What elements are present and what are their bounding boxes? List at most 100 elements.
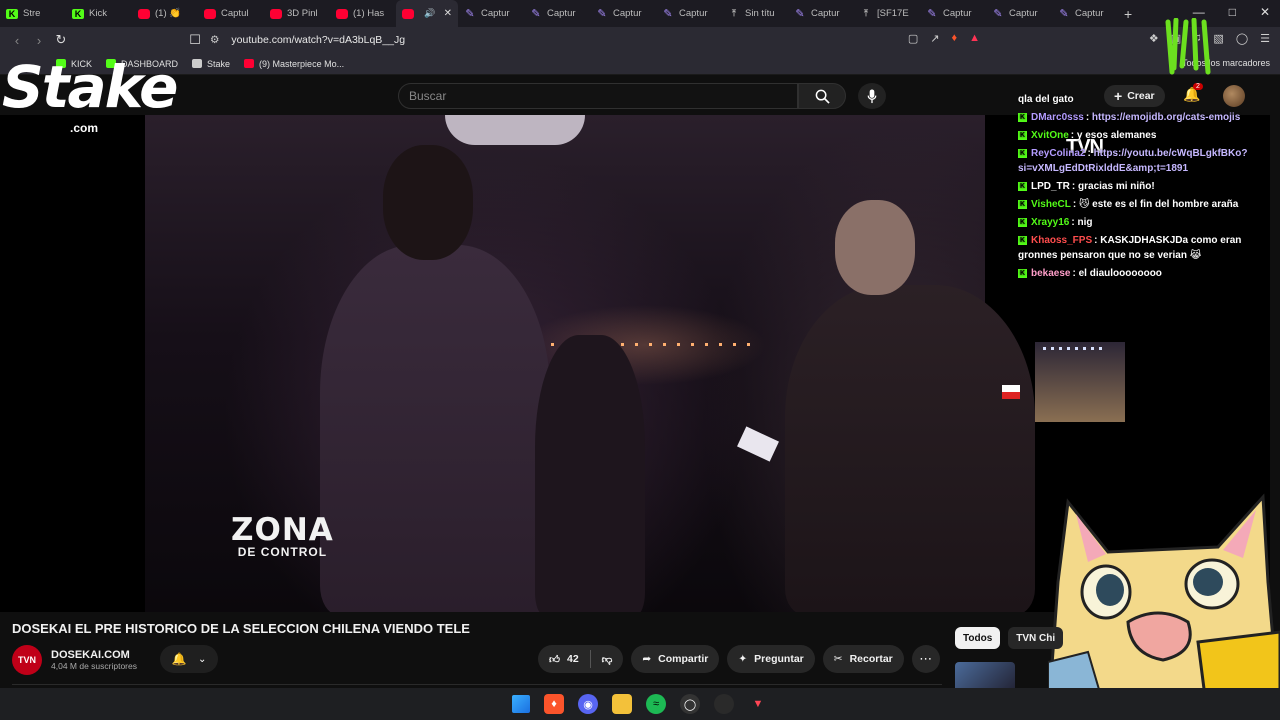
clip-label: Recortar [849,653,893,665]
notification-count: 2 [1193,83,1203,90]
chat-message: K DMarc0sss: https://emojidb.org/cats-emo… [1018,110,1248,125]
back-icon[interactable]: ‹ [6,33,28,48]
browser-tab[interactable]: ✎ Captur [788,0,854,27]
browser-tab[interactable]: (1) Has [330,0,396,27]
channel-name[interactable]: DOSEKAI.COM [51,649,137,661]
valorant-icon[interactable]: ▼ [748,694,768,714]
like-count: 42 [566,653,579,665]
search-input[interactable]: Buscar [398,83,798,109]
share-icon: ➦ [642,653,652,665]
stake-domain: .com [70,121,99,135]
chat-text: qla del gato [1018,94,1074,105]
minimize-icon[interactable]: — [1193,5,1205,19]
browser-tab[interactable]: ✎ Captur [656,0,722,27]
chat-text: https://emojidb.org/cats-emojis [1091,112,1241,123]
file-explorer-icon[interactable] [612,694,632,714]
browser-tab[interactable]: ⤒ [SF17E [854,0,920,27]
new-tab-icon[interactable]: + [1124,6,1132,22]
share-page-icon[interactable]: ↗ [930,32,939,45]
browser-tab[interactable]: ✎ Captur [590,0,656,27]
cast-icon[interactable]: ▢ [908,32,918,45]
subscription-notifications-button[interactable]: 🔔 ⌄ [160,645,218,673]
chip-todos[interactable]: Todos [955,627,1001,649]
video-actions: 👍︎ 42 👎︎ ➦ Compartir ✦ Preguntar ✂ Recor… [538,645,940,673]
document-paper [737,426,779,462]
chip-tvn[interactable]: TVN Chi [1008,627,1064,649]
tab-label: Captur [943,8,972,19]
browser-tab[interactable]: ✎ Captur [1052,0,1118,27]
tab-label: (1) 👏 [155,8,182,19]
vpn-icon[interactable]: ◯ [1236,32,1248,45]
ask-button[interactable]: ✦ Preguntar [727,645,815,673]
share-label: Compartir [658,653,709,665]
browser-tab[interactable]: (1) 👏 [132,0,198,27]
pen-icon: ✎ [597,8,607,20]
browser-tab[interactable]: ✎ Captur [458,0,524,27]
scissors-icon: ✂ [833,653,843,665]
browser-tab[interactable]: K Kick [66,0,132,27]
site-info-icon[interactable]: ⚙ [210,34,219,46]
tab-label: Captur [679,8,708,19]
kick-badge-icon: K [1018,148,1027,158]
bookmark-label: Stake [207,58,231,69]
chat-message: K ReyColina2: https://youtu.be/cWqBLgkfBK… [1018,146,1248,176]
app-icon[interactable] [714,694,734,714]
pen-icon: ✎ [1059,8,1069,20]
discord-icon[interactable]: ◉ [578,694,598,714]
bookmark-item[interactable]: Stake [192,59,230,69]
youtube-icon [336,8,348,19]
brave-browser-icon[interactable]: ♦ [544,694,564,714]
more-actions-button[interactable]: ⋯ [911,645,940,673]
chevron-down-icon: ⌄ [197,653,207,665]
ellipsis-icon: ⋯ [919,651,933,666]
tab-label: [SF17E [877,8,909,19]
extensions-icon[interactable]: ❖ [1149,32,1159,45]
bookmark-item[interactable]: (9) Masterpiece Mo... [244,59,344,69]
chat-message: Kbekaese: el diauloooooooo [1018,266,1248,281]
extensions-bar: ▢ ↗ ♦ ▲ [908,32,980,45]
brave-shield-icon[interactable]: ♦ [951,32,957,45]
person-figure [535,335,645,612]
browser-tab[interactable]: K Stre [0,0,66,27]
chat-message: K XvitOne: y esos alemanes [1018,128,1248,143]
reload-icon[interactable]: ↻ [50,32,72,48]
clip-button[interactable]: ✂ Recortar [822,645,904,673]
search-button[interactable] [798,83,846,109]
channel-avatar[interactable]: TVN [12,645,42,675]
like-button[interactable]: 👍︎ 42 [538,653,590,666]
de-control-text: DE CONTROL [237,545,328,559]
forward-icon[interactable]: › [28,33,50,48]
zona-text: ZONA [231,512,334,548]
pen-icon: ✎ [663,8,673,20]
obs-icon[interactable]: ◯ [680,694,700,714]
like-dislike-group: 👍︎ 42 👎︎ [538,645,624,673]
browser-tab[interactable]: ✎ Captur [920,0,986,27]
url-field[interactable]: ⚙ youtube.com/watch?v=dA3bLqB__Jg [210,30,1010,50]
menu-icon[interactable]: ☰ [1260,32,1270,45]
windows-start-icon[interactable] [512,695,530,713]
browser-tab[interactable]: ✎ Captur [524,0,590,27]
bookmark-icon[interactable]: ☐ [184,32,206,48]
kick-badge-icon: K [1018,181,1027,191]
close-window-icon[interactable]: ✕ [1260,5,1270,19]
browser-tab[interactable]: 3D Pinl [264,0,330,27]
spotify-icon[interactable]: ≈ [646,694,666,714]
brave-rewards-icon[interactable]: ▲ [969,32,980,45]
dislike-button[interactable]: 👎︎ [591,653,624,666]
youtube-icon [402,8,414,19]
voice-search-button[interactable] [858,83,886,109]
url-text: youtube.com/watch?v=dA3bLqB__Jg [231,34,406,46]
maximize-icon[interactable]: □ [1229,5,1236,19]
browser-tab[interactable]: ⤒ Sin títu [722,0,788,27]
youtube-icon [244,59,255,68]
tab-label: Captul [221,8,249,19]
camera-overlay-strip [1035,342,1125,422]
close-tab-icon[interactable]: ✕ [444,8,452,19]
share-button[interactable]: ➦ Compartir [631,645,720,673]
chat-text: nig [1077,217,1093,228]
browser-tab[interactable]: 🔊 ✕ [396,0,458,27]
speaker-icon[interactable]: 🔊 [424,8,435,19]
browser-tab[interactable]: Captul [198,0,264,27]
browser-tab[interactable]: ✎ Captur [986,0,1052,27]
kick-badge-icon: K [1018,235,1027,245]
